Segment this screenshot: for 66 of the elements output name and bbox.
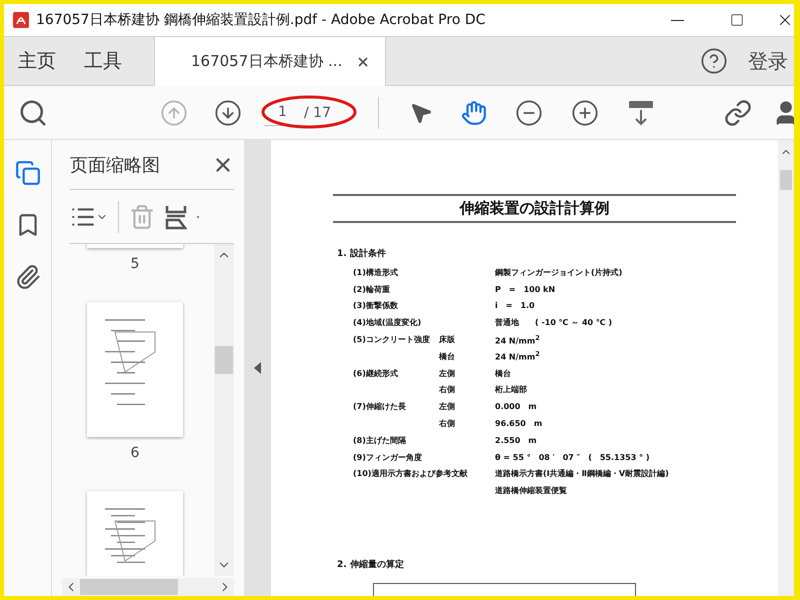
window-title: 167057日本桥建协 鋼橋伸縮装置設計例.pdf - Adobe Acrobat Pro DC xyxy=(36,11,486,29)
pages-icon[interactable] xyxy=(14,160,40,186)
extract-page-icon[interactable] xyxy=(165,204,187,230)
link-icon[interactable] xyxy=(724,98,752,126)
paperclip-icon[interactable] xyxy=(14,264,40,290)
close-icon[interactable] xyxy=(356,54,370,68)
search-icon[interactable] xyxy=(18,98,48,128)
document-scrollbar[interactable] xyxy=(778,140,794,596)
panel-collapse-handle[interactable] xyxy=(244,140,271,596)
row-label: (10)適用示方書および参考文献 xyxy=(353,468,468,480)
scrollbar-thumb[interactable] xyxy=(780,170,792,190)
nav-tab[interactable]: 主页 xyxy=(4,37,70,85)
row-value: P = 100 kN xyxy=(495,284,556,295)
page-label: 5 xyxy=(130,256,140,272)
row-value: 鋼製フィンガージョイント(片持式) xyxy=(495,266,624,278)
vertical-scrollbar[interactable] xyxy=(214,244,234,576)
row-value: 0.000 m xyxy=(495,401,538,412)
scrollbar-thumb[interactable] xyxy=(80,579,178,595)
keyboard-down-icon[interactable] xyxy=(627,98,655,126)
document-title: 伸縮装置の設計計算例 xyxy=(333,194,736,223)
row-label: (3)衝撃係数 xyxy=(353,300,399,312)
row-value: 道路橋示方書(Ⅰ共通編・Ⅱ鋼橋編・Ⅴ耐震設計編) xyxy=(495,468,670,480)
row-label: (7)伸縮けた長 xyxy=(353,401,407,412)
row-label: (2)輪荷重 xyxy=(353,284,391,295)
row-value: 普通地 ( -10 ℃ ～ 40 ℃ ) xyxy=(495,317,613,328)
row-sublabel: 右側 xyxy=(439,384,456,396)
panel-title: 页面缩略图 xyxy=(70,154,160,176)
row-value: i = 1.0 xyxy=(495,300,536,312)
zoom-in-icon[interactable] xyxy=(571,98,599,126)
row-sublabel: 左側 xyxy=(439,368,456,379)
row-sublabel: 左側 xyxy=(439,401,456,412)
next-page-icon[interactable] xyxy=(214,98,242,126)
row-sublabel: 床版 xyxy=(439,334,456,345)
document-tab[interactable]: 167057日本桥建协 ... xyxy=(154,37,386,86)
row-value: 24 N/mm$^{2}$ xyxy=(495,350,541,362)
row-label: (5)コンクリート強度 xyxy=(353,334,431,345)
nav-tab[interactable]: 工具 xyxy=(70,37,136,85)
section-heading: 1. 設計条件 xyxy=(337,247,387,260)
row-value: 2.550 m xyxy=(495,434,538,446)
row-value: θ = 55 ° 08 ′ 07 ″ ( 55.1353 ° ) xyxy=(495,452,651,463)
triangle-left-icon xyxy=(254,362,261,374)
horizontal-scrollbar[interactable] xyxy=(62,578,234,596)
hand-icon[interactable] xyxy=(461,100,487,126)
section-heading: 2. 伸縮量の算定 xyxy=(337,558,405,572)
page-thumbnail[interactable] xyxy=(87,302,183,437)
row-label: (6)継続形式 xyxy=(353,368,399,379)
row-label: (1)構造形式 xyxy=(353,266,399,278)
page-number-field[interactable]: 1 xyxy=(264,100,300,126)
row-value: 橋台 xyxy=(495,368,512,379)
zoom-out-icon[interactable] xyxy=(515,98,543,126)
row-label: (8)主げた間隔 xyxy=(353,434,407,446)
row-label: (9)フィンガー角度 xyxy=(353,452,423,463)
row-label: (4)地域(温度変化) xyxy=(353,317,422,328)
maximize-icon xyxy=(730,13,744,27)
row-sublabel: 橋台 xyxy=(439,350,456,362)
row-sublabel: 右側 xyxy=(439,418,456,430)
page-thumbnail[interactable] xyxy=(87,491,183,576)
row-value: 道路橋伸縮装置便覧 xyxy=(495,485,568,496)
scrollbar-thumb[interactable] xyxy=(215,346,233,374)
sign-in-button[interactable]: 登录 xyxy=(728,37,794,85)
page-count: / 17 xyxy=(304,104,331,120)
page-label: 6 xyxy=(130,445,140,461)
row-value: 96.650 m xyxy=(495,418,544,430)
app-icon xyxy=(12,11,30,29)
row-value: 桁上端部 xyxy=(495,384,528,396)
row-value: 24 N/mm$^{2}$ xyxy=(495,334,541,346)
